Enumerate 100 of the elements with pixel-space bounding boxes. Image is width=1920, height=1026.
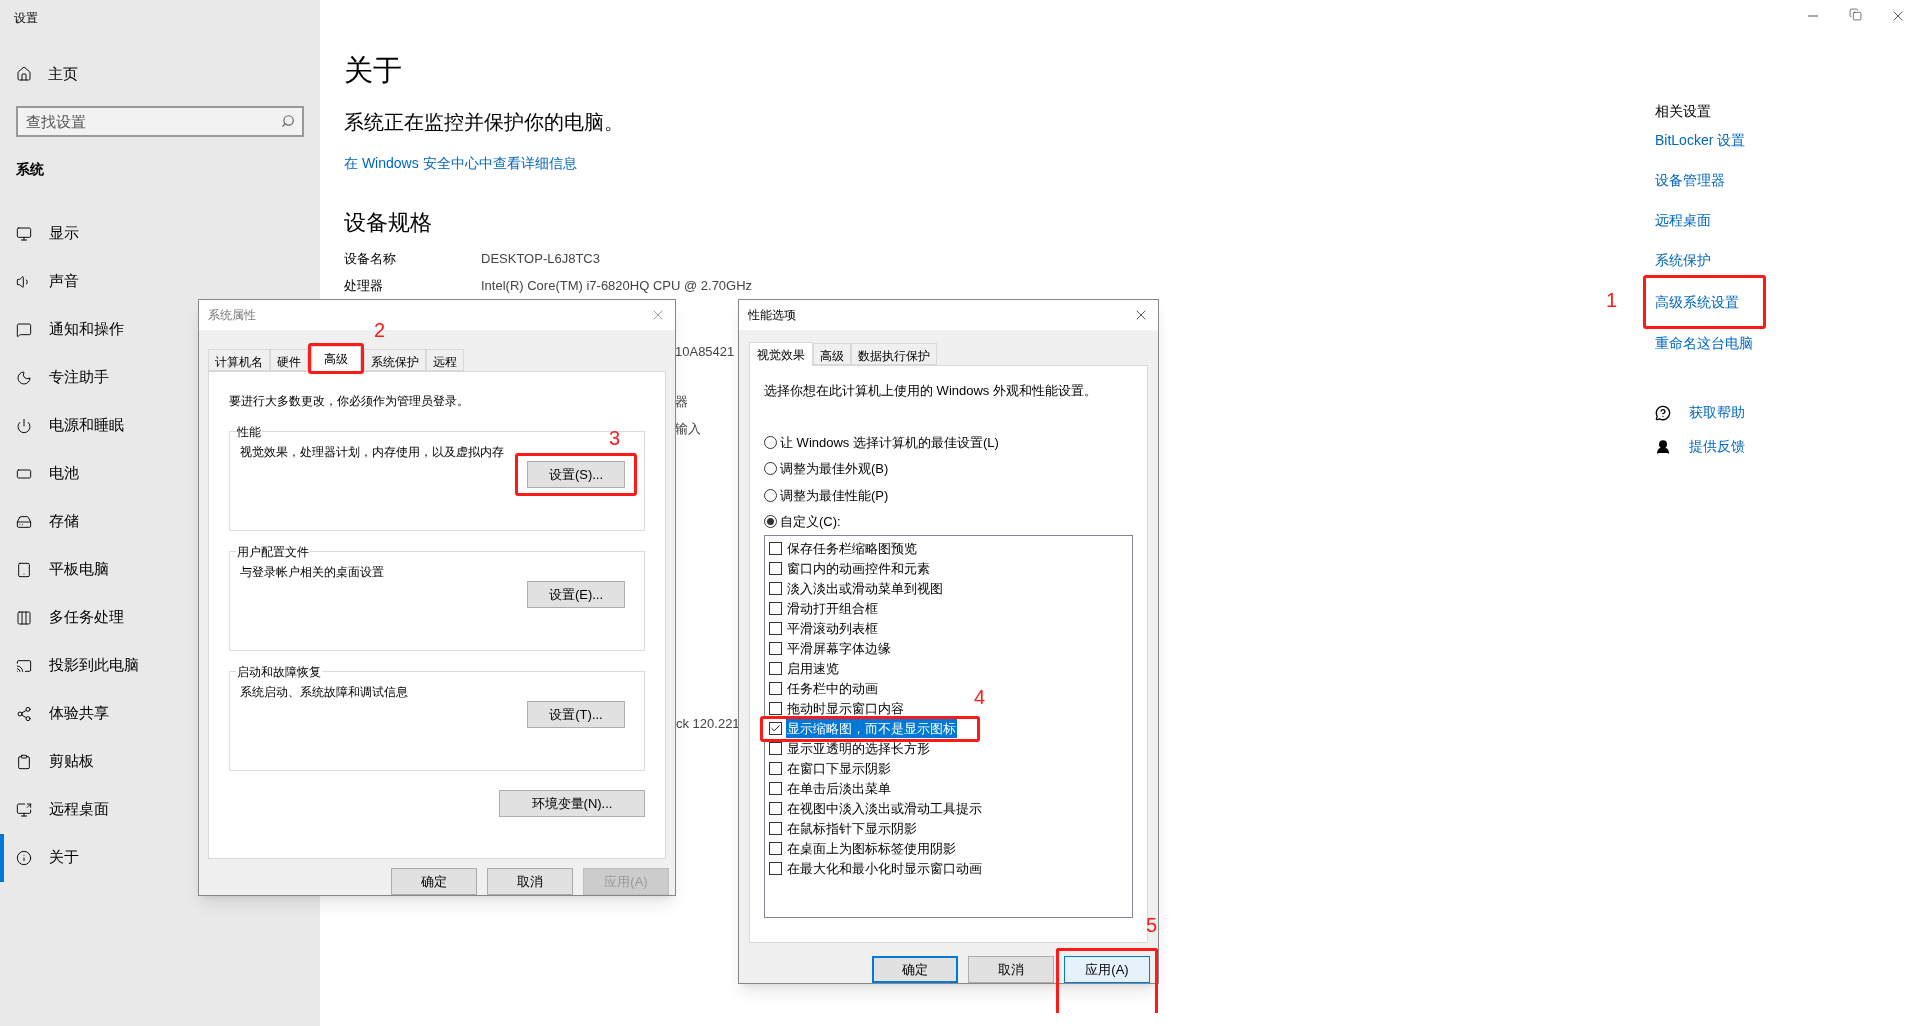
checkbox[interactable] — [769, 842, 782, 855]
checkbox[interactable] — [769, 642, 782, 655]
home-icon — [16, 66, 32, 83]
dialog-title: 系统属性 — [208, 306, 256, 324]
checkbox[interactable] — [769, 602, 782, 615]
checkbox[interactable] — [769, 662, 782, 675]
effect-item[interactable]: 保存任务栏缩略图预览 — [769, 538, 918, 559]
page-title: 关于 — [344, 56, 403, 85]
info-icon — [16, 849, 32, 866]
effect-item[interactable]: 在最大化和最小化时显示窗口动画 — [769, 858, 983, 879]
dialog-tab[interactable]: 视觉效果 — [749, 342, 813, 366]
restore-icon[interactable] — [1849, 8, 1862, 21]
nav-item[interactable]: 显示 — [0, 209, 320, 258]
checkbox[interactable] — [769, 582, 782, 595]
radio-button[interactable] — [764, 435, 777, 449]
checkbox[interactable] — [769, 822, 782, 835]
dialog-tab[interactable]: 远程 — [426, 348, 464, 371]
related-link[interactable]: BitLocker 设置 — [1655, 130, 1746, 151]
step-number: 2 — [373, 319, 385, 340]
effect-item[interactable]: 在单击后淡出菜单 — [769, 778, 892, 799]
dialog-tab[interactable]: 数据执行保护 — [851, 343, 937, 365]
related-link[interactable]: 高级系统设置 — [1655, 294, 1739, 310]
security-link[interactable]: 在 Windows 安全中心中查看详细信息 — [344, 153, 577, 174]
effect-label: 保存任务栏缩略图预览 — [786, 539, 918, 558]
checkbox[interactable] — [769, 742, 782, 755]
tablet-icon — [16, 561, 32, 578]
power-icon — [16, 417, 32, 434]
checkbox[interactable] — [769, 862, 782, 875]
effect-item[interactable]: 在鼠标指针下显示阴影 — [769, 818, 918, 839]
support-link[interactable]: 提供反馈 — [1689, 436, 1745, 457]
dialog-title: 性能选项 — [748, 307, 796, 324]
step-number: 1 — [1606, 290, 1618, 310]
checkbox[interactable] — [769, 802, 782, 815]
nav-item[interactable]: 剪贴板 — [0, 737, 320, 786]
step-number: 4 — [973, 686, 985, 707]
effect-item[interactable]: 在窗口下显示阴影 — [769, 758, 892, 779]
dialog-tab[interactable]: 硬件 — [270, 348, 308, 371]
settings-button[interactable]: 设置(T)... — [527, 700, 625, 728]
radio-option[interactable]: 调整为最佳外观(B) — [764, 459, 889, 479]
step-number: 5 — [1145, 915, 1157, 935]
checkbox[interactable] — [769, 762, 782, 775]
checkbox[interactable] — [769, 622, 782, 635]
settings-button[interactable]: 设置(E)... — [527, 580, 625, 608]
effect-item[interactable]: 滑动打开组合框 — [769, 598, 879, 619]
dialog-tab[interactable]: 高级 — [311, 345, 361, 371]
dialog-button[interactable]: 确定 — [391, 868, 477, 895]
search-field[interactable]: 查找设置 — [16, 105, 304, 137]
dialog-tab[interactable]: 高级 — [813, 343, 851, 365]
effect-item[interactable]: 拖动时显示窗口内容 — [769, 698, 905, 719]
dialog-button[interactable]: 取消 — [968, 956, 1054, 983]
effect-item[interactable]: 在桌面上为图标标签使用阴影 — [769, 838, 957, 859]
nav-item[interactable]: 存储 — [0, 497, 320, 546]
radio-button[interactable] — [764, 515, 777, 529]
effect-item[interactable]: 任务栏中的动画 — [769, 678, 879, 699]
related-link[interactable]: 设备管理器 — [1655, 170, 1725, 191]
check-icon — [770, 723, 781, 734]
nav-item[interactable]: 多任务处理 — [0, 593, 320, 642]
checkbox[interactable] — [769, 722, 782, 735]
effect-label: 在窗口下显示阴影 — [786, 759, 892, 778]
settings-button[interactable]: 设置(S)... — [527, 460, 625, 488]
effect-item[interactable]: 在视图中淡入淡出或滑动工具提示 — [769, 798, 983, 819]
radio-button[interactable] — [764, 488, 777, 502]
checkbox[interactable] — [769, 782, 782, 795]
effect-label: 任务栏中的动画 — [786, 679, 879, 698]
dialog-button[interactable]: 确定 — [872, 956, 958, 983]
effect-item[interactable]: 平滑滚动列表框 — [769, 618, 879, 639]
search-icon — [281, 113, 295, 128]
related-link[interactable]: 重命名这台电脑 — [1655, 333, 1753, 354]
checkbox[interactable] — [769, 562, 782, 575]
radio-option[interactable]: 自定义(C): — [764, 512, 841, 532]
dialog-button[interactable]: 应用(A) — [1064, 956, 1150, 983]
radio-button[interactable] — [764, 462, 777, 476]
checkbox[interactable] — [769, 682, 782, 695]
network-icon — [16, 705, 32, 722]
effect-label: 在最大化和最小化时显示窗口动画 — [786, 859, 983, 878]
radio-option[interactable]: 调整为最佳性能(P) — [764, 485, 889, 505]
related-link[interactable]: 远程桌面 — [1655, 210, 1711, 231]
related-link[interactable]: 系统保护 — [1655, 250, 1711, 271]
effect-item[interactable]: 启用速览 — [769, 658, 840, 679]
checkbox[interactable] — [769, 542, 782, 555]
effect-item[interactable]: 淡入淡出或滑动菜单到视图 — [769, 578, 944, 599]
group-description: 系统启动、系统故障和调试信息 — [240, 683, 409, 701]
nav-item[interactable]: 远程桌面 — [0, 785, 320, 834]
group-title: 启动和故障恢复 — [236, 663, 322, 681]
clipboard-icon — [16, 753, 32, 770]
nav-item[interactable]: 声音 — [0, 257, 320, 306]
environment-variables-button[interactable]: 环境变量(N)... — [499, 789, 645, 817]
effect-item[interactable]: 显示亚透明的选择长方形 — [769, 738, 931, 759]
effect-item[interactable]: 平滑屏幕字体边缘 — [769, 638, 892, 659]
support-link[interactable]: 获取帮助 — [1689, 402, 1745, 423]
group-description: 视觉效果，处理器计划，内存使用，以及虚拟内存 — [240, 443, 505, 461]
columns-icon — [16, 609, 32, 626]
checkbox[interactable] — [769, 702, 782, 715]
dialog-button[interactable]: 取消 — [487, 868, 573, 895]
dialog-tab[interactable]: 计算机名 — [208, 348, 270, 371]
radio-label: 自定义(C): — [780, 513, 841, 531]
home-item[interactable]: 主页 — [16, 63, 78, 86]
effect-item[interactable]: 窗口内的动画控件和元素 — [769, 558, 931, 579]
dialog-tab[interactable]: 系统保护 — [364, 348, 426, 371]
group-description: 与登录帐户相关的桌面设置 — [240, 563, 385, 581]
